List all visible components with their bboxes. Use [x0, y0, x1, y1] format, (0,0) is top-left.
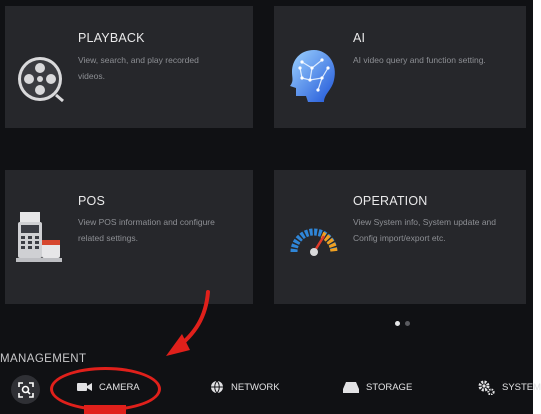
tile-ai[interactable]: AI AI video query and function setting. — [274, 6, 526, 128]
nav-storage[interactable]: STORAGE — [343, 376, 412, 398]
nav-label: STORAGE — [366, 381, 413, 393]
tile-operation[interactable]: OPERATION View System info, System updat… — [274, 170, 526, 304]
storage-icon — [343, 382, 359, 393]
nav-system[interactable]: SYSTEM — [478, 376, 541, 398]
page-dot[interactable] — [405, 321, 410, 326]
annotation-arrow — [166, 290, 210, 356]
pos-terminal-icon — [16, 212, 62, 262]
desc-line: Config import/export etc. — [353, 233, 446, 243]
tile-title: OPERATION — [353, 194, 428, 208]
tile-title: AI — [353, 31, 366, 45]
nav-label: NETWORK — [231, 381, 280, 393]
tile-title: PLAYBACK — [78, 31, 145, 45]
desc-line: related settings. — [78, 233, 139, 243]
page-dot-active[interactable] — [395, 321, 400, 326]
nav-network[interactable]: NETWORK — [210, 376, 280, 398]
desc-line: View, search, and play recorded — [78, 55, 199, 65]
tile-description: View, search, and play recorded videos. — [78, 52, 199, 84]
annotation-block — [84, 405, 126, 414]
film-reel-icon — [18, 57, 64, 103]
tile-pos[interactable]: POS View POS information and configure r… — [5, 170, 253, 304]
gears-icon — [478, 380, 495, 395]
desc-line: videos. — [78, 71, 105, 81]
tile-playback[interactable]: PLAYBACK View, search, and play recorded… — [5, 6, 253, 128]
tile-description: View System info, System update and Conf… — [353, 214, 496, 246]
nav-label: SYSTEM — [502, 381, 541, 393]
globe-icon — [211, 380, 223, 394]
ai-head-icon — [290, 50, 335, 102]
tile-title: POS — [78, 194, 105, 208]
section-title: MANAGEMENT — [0, 353, 87, 365]
main-menu-screen: PLAYBACK View, search, and play recorded… — [0, 0, 541, 414]
desc-line: AI video query and function setting. — [353, 55, 486, 65]
tile-description: AI video query and function setting. — [353, 52, 486, 68]
desc-line: View System info, System update and — [353, 217, 497, 227]
search-button[interactable] — [11, 375, 40, 404]
desc-line: View POS information and configure — [78, 217, 215, 227]
gauge-icon — [290, 228, 338, 256]
tile-description: View POS information and configure relat… — [78, 214, 215, 246]
search-icon — [17, 381, 34, 398]
